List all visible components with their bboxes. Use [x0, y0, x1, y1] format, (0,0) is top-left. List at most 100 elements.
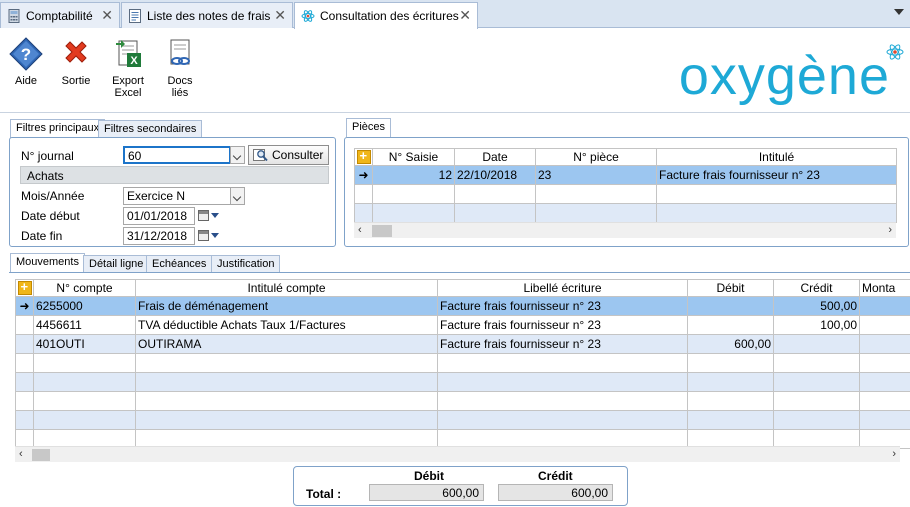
close-icon[interactable]: ✕ — [274, 8, 286, 22]
tab-label: Consultation des écritures — [320, 9, 459, 23]
table-row[interactable] — [15, 391, 910, 411]
pieces-panel: N° Saisie Date N° pièce Intitulé ➜ 12 22… — [344, 137, 909, 247]
tab-comptabilite[interactable]: Comptabilité ✕ — [0, 2, 120, 28]
table-row[interactable] — [354, 184, 897, 204]
export-label-line1: Export — [112, 75, 144, 87]
grid-add-icon[interactable] — [354, 148, 373, 166]
consult-button-label: Consulter — [272, 148, 324, 162]
totals-panel: Débit Crédit Total : 600,00 600,00 — [293, 466, 628, 506]
grid-add-icon[interactable] — [15, 279, 34, 297]
linked-docs-button[interactable]: Docs liés — [156, 37, 204, 99]
tab-consultation-ecritures[interactable]: Consultation des écritures ✕ — [294, 2, 478, 29]
column-header[interactable]: Intitulé compte — [135, 279, 438, 297]
chevron-down-icon[interactable] — [211, 233, 219, 238]
table-row[interactable] — [15, 353, 910, 373]
debit-header: Débit — [414, 469, 444, 483]
column-header[interactable]: N° Saisie — [372, 148, 455, 166]
oxygene-logo: oxygène — [678, 46, 890, 106]
table-row[interactable] — [15, 372, 910, 392]
table-row[interactable] — [15, 410, 910, 430]
close-icon[interactable]: ✕ — [101, 8, 113, 22]
tab-filtres-secondaires[interactable]: Filtres secondaires — [98, 120, 203, 138]
tab-pieces[interactable]: Pièces — [346, 118, 392, 137]
tab-echeances[interactable]: Echéances — [146, 255, 213, 273]
tab-detail-ligne[interactable]: Détail ligne — [83, 255, 150, 273]
scroll-left-icon[interactable]: ‹ — [358, 224, 362, 236]
atom-icon — [301, 9, 315, 23]
tab-filtres-principaux[interactable]: Filtres principaux — [10, 119, 106, 138]
docs-label-line1: Docs — [167, 75, 193, 87]
journal-name: Achats — [20, 166, 329, 184]
scroll-thumb[interactable] — [372, 225, 392, 237]
table-row[interactable]: 401OUTI OUTIRAMA Facture frais fournisse… — [15, 334, 910, 354]
chevron-down-icon[interactable] — [211, 213, 219, 218]
column-header[interactable]: Crédit — [773, 279, 860, 297]
tab-label: Liste des notes de frais — [147, 8, 271, 23]
magnifier-icon — [253, 148, 269, 162]
column-header[interactable]: Libellé écriture — [437, 279, 688, 297]
close-x-icon — [59, 37, 93, 71]
tab-liste-notes-frais[interactable]: Liste des notes de frais ✕ — [121, 2, 293, 28]
column-header[interactable]: Intitulé — [656, 148, 897, 166]
tab-list-dropdown-icon[interactable] — [894, 9, 904, 15]
end-date-label: Date fin — [21, 229, 63, 243]
tab-justification[interactable]: Justification — [211, 255, 281, 273]
calendar-icon[interactable] — [198, 230, 209, 241]
list-document-icon — [128, 8, 142, 23]
filters-panel: N° journal 60 Consulter Achats Mois/Anné… — [9, 137, 336, 247]
credit-header: Crédit — [538, 469, 573, 483]
mouvements-table: N° compte Intitulé compte Libellé écritu… — [15, 279, 910, 449]
row-pointer-icon: ➜ — [354, 165, 373, 185]
document-tab-bar: Comptabilité ✕ Liste des notes de frais … — [0, 0, 910, 29]
consult-button[interactable]: Consulter — [248, 145, 329, 165]
tab-mouvements[interactable]: Mouvements — [10, 253, 85, 272]
column-header[interactable]: Monta — [859, 279, 910, 297]
exit-button-label: Sortie — [61, 75, 91, 87]
toolbar: ? Aide Sortie X Export Excel Docs liés o… — [0, 29, 910, 111]
excel-export-icon: X — [111, 37, 145, 71]
column-header[interactable]: N° compte — [33, 279, 136, 297]
table-row[interactable] — [354, 203, 897, 223]
toolbar-separator — [0, 112, 910, 113]
column-header[interactable]: Date — [454, 148, 536, 166]
export-label-line2: Excel — [114, 87, 142, 99]
horizontal-scrollbar[interactable]: ‹ › — [354, 222, 896, 238]
start-date-label: Date début — [21, 209, 80, 223]
column-header[interactable]: N° pièce — [535, 148, 657, 166]
exit-button[interactable]: Sortie — [52, 37, 100, 87]
tab-label: Comptabilité — [26, 8, 93, 23]
journal-dropdown-icon[interactable] — [230, 146, 245, 164]
help-icon: ? — [9, 37, 43, 71]
calendar-icon[interactable] — [198, 210, 209, 221]
close-icon[interactable]: ✕ — [459, 8, 471, 22]
table-row[interactable]: 4456611 TVA déductible Achats Taux 1/Fac… — [15, 315, 910, 335]
period-dropdown-icon[interactable] — [230, 187, 245, 205]
svg-text:X: X — [130, 55, 138, 67]
scroll-right-icon[interactable]: › — [892, 448, 896, 460]
scroll-right-icon[interactable]: › — [888, 224, 892, 236]
calculator-icon — [7, 8, 21, 23]
row-pointer-icon: ➜ — [15, 296, 34, 316]
table-row[interactable]: ➜ 6255000 Frais de déménagement Facture … — [15, 296, 910, 316]
period-label: Mois/Année — [21, 189, 85, 203]
total-credit-value: 600,00 — [498, 484, 613, 501]
scroll-thumb[interactable] — [32, 449, 50, 461]
tab-underline — [9, 272, 910, 273]
docs-label-line2: liés — [171, 87, 189, 99]
export-excel-button[interactable]: X Export Excel — [104, 37, 152, 99]
journal-label: N° journal — [21, 149, 74, 163]
pieces-table: N° Saisie Date N° pièce Intitulé ➜ 12 22… — [354, 148, 897, 223]
linked-document-icon — [163, 37, 197, 71]
horizontal-scrollbar[interactable]: ‹ › — [15, 446, 900, 462]
total-debit-value: 600,00 — [369, 484, 484, 501]
svg-text:?: ? — [21, 45, 31, 64]
end-date-input[interactable]: 31/12/2018 — [123, 227, 195, 245]
help-button[interactable]: ? Aide — [2, 37, 50, 87]
journal-input[interactable]: 60 — [123, 146, 231, 164]
start-date-input[interactable]: 01/01/2018 — [123, 207, 195, 225]
scroll-left-icon[interactable]: ‹ — [19, 448, 23, 460]
total-label: Total : — [306, 487, 342, 501]
column-header[interactable]: Débit — [687, 279, 774, 297]
table-row[interactable]: ➜ 12 22/10/2018 23 Facture frais fournis… — [354, 165, 897, 185]
period-select[interactable]: Exercice N — [123, 187, 231, 205]
